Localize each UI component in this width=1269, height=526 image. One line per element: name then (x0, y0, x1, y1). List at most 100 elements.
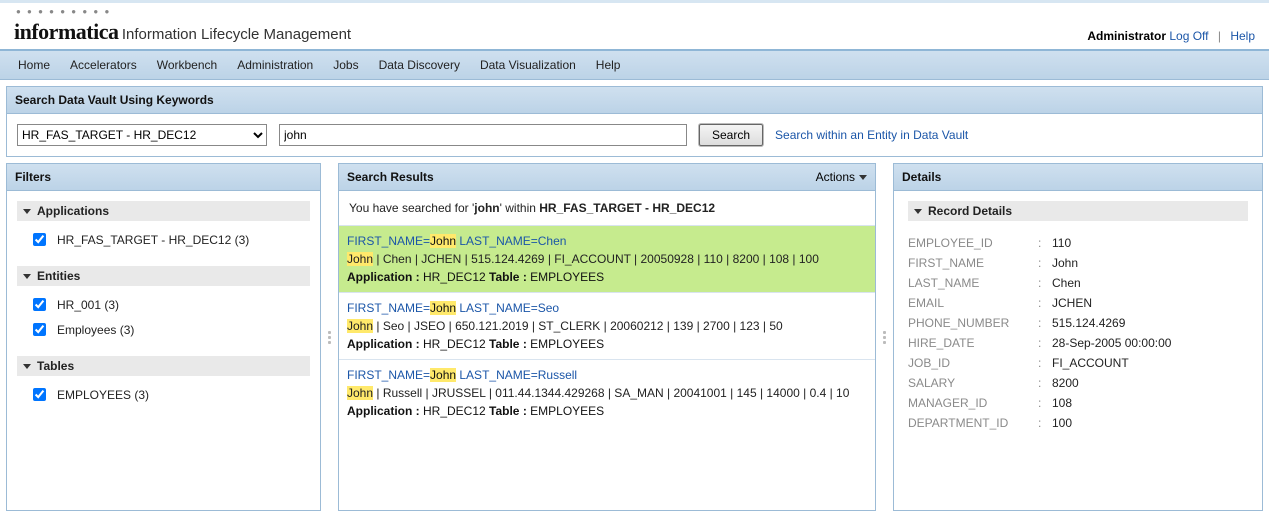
results-list: FIRST_NAME=John LAST_NAME=ChenJohn | Che… (339, 225, 875, 426)
datasource-select[interactable]: HR_FAS_TARGET - HR_DEC12 (17, 124, 267, 146)
result-heading: FIRST_NAME=John LAST_NAME=Russell (347, 366, 867, 384)
detail-key: EMPLOYEE_ID (908, 236, 1038, 250)
main-menu: HomeAcceleratorsWorkbenchAdministrationJ… (0, 51, 1269, 80)
result-source: Application : HR_DEC12 Table : EMPLOYEES (347, 335, 867, 353)
menu-workbench[interactable]: Workbench (147, 51, 227, 79)
detail-key: HIRE_DATE (908, 336, 1038, 350)
chevron-down-icon (23, 209, 31, 214)
detail-key: MANAGER_ID (908, 396, 1038, 410)
detail-key: EMAIL (908, 296, 1038, 310)
detail-value: 28-Sep-2005 00:00:00 (1052, 336, 1171, 350)
filter-checkbox[interactable] (33, 233, 46, 246)
search-within-entity-link[interactable]: Search within an Entity in Data Vault (775, 128, 968, 142)
details-title: Details (894, 164, 1262, 191)
columns: Filters ApplicationsHR_FAS_TARGET - HR_D… (6, 163, 1263, 511)
chevron-down-icon (23, 274, 31, 279)
actions-label: Actions (816, 170, 855, 184)
filter-item-label: Employees (3) (57, 323, 134, 337)
filter-checkbox[interactable] (33, 323, 46, 336)
detail-row: JOB_ID:FI_ACCOUNT (908, 353, 1248, 373)
splitter-left[interactable] (327, 163, 332, 511)
menu-administration[interactable]: Administration (227, 51, 323, 79)
detail-colon: : (1038, 256, 1052, 270)
detail-colon: : (1038, 316, 1052, 330)
detail-row: PHONE_NUMBER:515.124.4269 (908, 313, 1248, 333)
details-panel: Details Record Details EMPLOYEE_ID:110FI… (893, 163, 1263, 511)
result-source: Application : HR_DEC12 Table : EMPLOYEES (347, 402, 867, 420)
filter-item[interactable]: EMPLOYEES (3) (17, 382, 310, 407)
results-summary: You have searched for 'john' within HR_F… (339, 191, 875, 225)
detail-value: 515.124.4269 (1052, 316, 1125, 330)
detail-value: John (1052, 256, 1078, 270)
chevron-down-icon (914, 209, 922, 214)
filter-group-label: Applications (37, 204, 109, 218)
detail-row: LAST_NAME:Chen (908, 273, 1248, 293)
menu-data-visualization[interactable]: Data Visualization (470, 51, 586, 79)
product-tagline: Information Lifecycle Management (122, 26, 351, 44)
user-area: Administrator Log Off | Help (1087, 29, 1255, 45)
menu-jobs[interactable]: Jobs (323, 51, 368, 79)
filter-item-label: EMPLOYEES (3) (57, 388, 149, 402)
detail-colon: : (1038, 376, 1052, 390)
brand: ● ● ● ● ● ● ● ● ● informatica Informatio… (14, 9, 351, 45)
filter-group-label: Entities (37, 269, 80, 283)
filter-checkbox[interactable] (33, 298, 46, 311)
logo-text: informatica (14, 19, 118, 44)
search-panel: Search Data Vault Using Keywords HR_FAS_… (6, 86, 1263, 157)
filter-item[interactable]: HR_FAS_TARGET - HR_DEC12 (3) (17, 227, 310, 252)
filter-item[interactable]: Employees (3) (17, 317, 310, 342)
menu-accelerators[interactable]: Accelerators (60, 51, 147, 79)
detail-value: 108 (1052, 396, 1072, 410)
detail-colon: : (1038, 396, 1052, 410)
search-row: HR_FAS_TARGET - HR_DEC12 Search Search w… (17, 124, 1252, 146)
filters-body: Applications HR_FAS_TARGET - HR_DEC12 (3)… (7, 191, 320, 431)
chevron-down-icon (859, 175, 867, 180)
splitter-right[interactable] (882, 163, 887, 511)
search-panel-title: Search Data Vault Using Keywords (7, 87, 1262, 114)
result-source: Application : HR_DEC12 Table : EMPLOYEES (347, 268, 867, 286)
result-heading: FIRST_NAME=John LAST_NAME=Chen (347, 232, 867, 250)
detail-value: 8200 (1052, 376, 1079, 390)
search-button[interactable]: Search (699, 124, 763, 146)
results-body: You have searched for 'john' within HR_F… (339, 191, 875, 426)
detail-key: PHONE_NUMBER (908, 316, 1038, 330)
detail-row: EMPLOYEE_ID:110 (908, 233, 1248, 253)
detail-colon: : (1038, 336, 1052, 350)
result-summary: John | Seo | JSEO | 650.121.2019 | ST_CL… (347, 317, 867, 335)
filter-group-entities[interactable]: Entities (17, 266, 310, 286)
current-user: Administrator (1087, 29, 1166, 43)
record-details-section[interactable]: Record Details (908, 201, 1248, 221)
results-actions-menu[interactable]: Actions (816, 170, 867, 184)
summary-scope: HR_FAS_TARGET - HR_DEC12 (539, 201, 715, 215)
detail-value: 110 (1052, 236, 1071, 250)
result-summary: John | Chen | JCHEN | 515.124.4269 | FI_… (347, 250, 867, 268)
help-link[interactable]: Help (1230, 29, 1255, 43)
filter-group-label: Tables (37, 359, 74, 373)
menu-help[interactable]: Help (586, 51, 631, 79)
separator: | (1218, 29, 1221, 43)
detail-key: DEPARTMENT_ID (908, 416, 1038, 430)
search-input[interactable] (279, 124, 687, 146)
filter-checkbox[interactable] (33, 388, 46, 401)
detail-row: DEPARTMENT_ID:100 (908, 413, 1248, 433)
filter-item-label: HR_FAS_TARGET - HR_DEC12 (3) (57, 233, 249, 247)
details-body: Record Details EMPLOYEE_ID:110FIRST_NAME… (894, 191, 1262, 443)
filter-group-tables[interactable]: Tables (17, 356, 310, 376)
filter-group-applications[interactable]: Applications (17, 201, 310, 221)
menu-data-discovery[interactable]: Data Discovery (369, 51, 470, 79)
detail-colon: : (1038, 276, 1052, 290)
result-row[interactable]: FIRST_NAME=John LAST_NAME=SeoJohn | Seo … (339, 292, 875, 359)
detail-colon: : (1038, 236, 1052, 250)
logoff-link[interactable]: Log Off (1169, 29, 1208, 43)
detail-value: 100 (1052, 416, 1072, 430)
filter-item-label: HR_001 (3) (57, 298, 119, 312)
brand-dots-icon: ● ● ● ● ● ● ● ● ● (14, 9, 351, 19)
detail-key: FIRST_NAME (908, 256, 1038, 270)
result-row[interactable]: FIRST_NAME=John LAST_NAME=RussellJohn | … (339, 359, 875, 426)
menu-home[interactable]: Home (8, 51, 60, 79)
summary-prefix: You have searched for ' (349, 201, 474, 215)
results-panel: Search Results Actions You have searched… (338, 163, 876, 511)
result-row[interactable]: FIRST_NAME=John LAST_NAME=ChenJohn | Che… (339, 225, 875, 292)
detail-key: SALARY (908, 376, 1038, 390)
filter-item[interactable]: HR_001 (3) (17, 292, 310, 317)
